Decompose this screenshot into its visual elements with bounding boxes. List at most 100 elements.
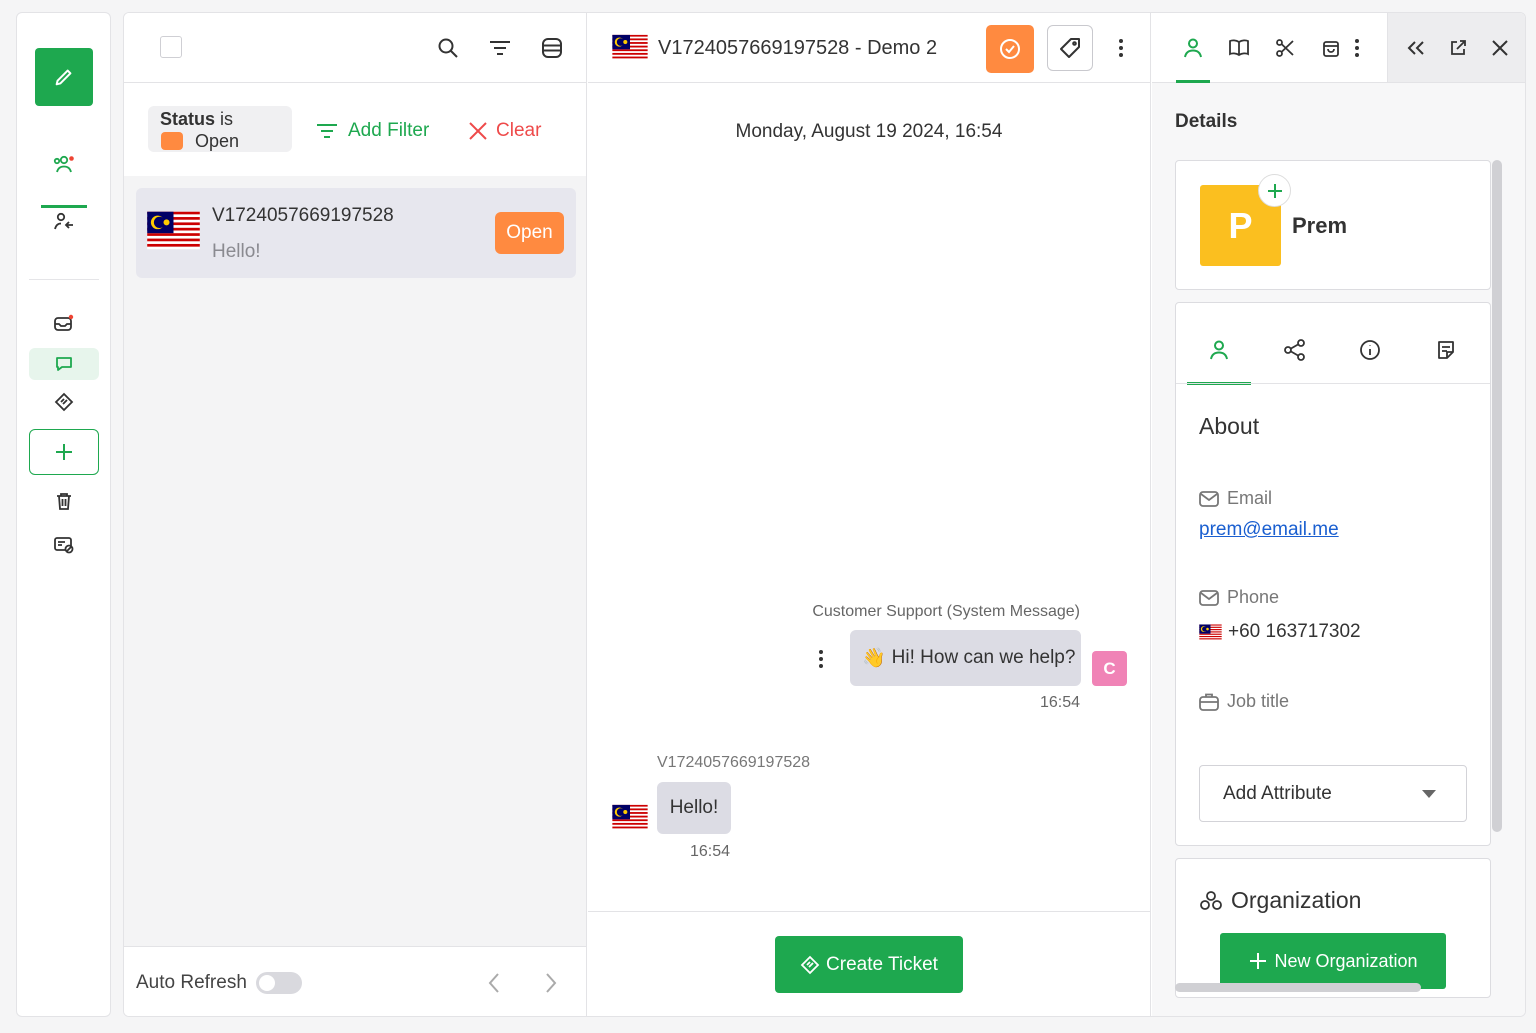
next-page-button[interactable] [537, 969, 565, 997]
collapse-button[interactable] [1403, 35, 1429, 61]
conversation-name: V1724057669197528 [212, 205, 394, 226]
toggle-knob [259, 975, 275, 991]
auto-refresh-toggle[interactable] [256, 972, 302, 994]
about-heading: About [1199, 413, 1260, 439]
status-filter-chip[interactable]: Status is Open [148, 106, 292, 152]
email-label: Email [1199, 488, 1272, 509]
details-scrollbar-vertical[interactable] [1492, 160, 1502, 832]
ticket-nav[interactable] [29, 386, 99, 418]
add-avatar-button[interactable] [1258, 174, 1291, 207]
tag-icon [1060, 38, 1080, 58]
tab-notes[interactable] [1433, 337, 1459, 363]
chat-footer: Create Ticket [588, 911, 1150, 1016]
chevron-right-icon [546, 973, 557, 993]
caret-down-icon [1422, 790, 1436, 798]
external-link-icon [1451, 40, 1466, 55]
create-ticket-button[interactable]: Create Ticket [775, 936, 963, 993]
database-icon [542, 38, 562, 58]
details-more-button[interactable] [1347, 34, 1367, 62]
scissors-icon [1276, 39, 1294, 57]
chat-panel: V1724057669197528 - Demo 2 Monday, Augus… [588, 13, 1151, 1016]
status-badge: Open [495, 212, 564, 254]
tab-knowledge[interactable] [1226, 35, 1252, 61]
check-circle-icon [1000, 39, 1020, 59]
auto-refresh-label: Auto Refresh [136, 972, 247, 993]
more-vertical-icon [1119, 39, 1123, 57]
close-button[interactable] [1487, 35, 1513, 61]
conversation-item[interactable]: V1724057669197528 Hello! Open [136, 188, 576, 278]
contact-card: P Prem [1175, 160, 1491, 290]
status-color-swatch [161, 132, 183, 150]
view-toggle-button[interactable] [539, 35, 565, 61]
tab-divider [1176, 383, 1490, 384]
shopping-bag-icon [1323, 41, 1339, 57]
tab-orders[interactable] [1318, 35, 1344, 61]
more-vertical-icon [1355, 39, 1359, 57]
plus-icon [1267, 183, 1282, 198]
assign-nav[interactable] [29, 205, 99, 237]
ticket-icon [54, 392, 74, 412]
tab-info[interactable] [1357, 337, 1383, 363]
job-title-label[interactable]: Job title [1199, 691, 1289, 712]
search-button[interactable] [435, 35, 461, 61]
team-nav[interactable] [29, 148, 99, 180]
add-attribute-label: Add Attribute [1223, 783, 1332, 804]
details-scrollbar-horizontal[interactable] [1175, 983, 1421, 992]
message-time: 16:54 [690, 843, 731, 860]
mail-icon [1199, 589, 1219, 606]
share-icon [1284, 339, 1305, 361]
conversation-list-panel: Status is Open Add Filter Clear V1724057… [124, 13, 587, 1016]
chat-more-button[interactable] [1111, 34, 1131, 62]
inbox-icon [54, 314, 74, 331]
trash-nav[interactable] [29, 485, 99, 517]
sort-button[interactable] [487, 35, 513, 61]
tab-share[interactable] [1282, 337, 1308, 363]
spam-nav[interactable] [29, 529, 99, 561]
email-link[interactable]: prem@email.me [1199, 519, 1339, 541]
close-icon [1492, 40, 1508, 56]
new-organization-button[interactable]: New Organization [1220, 933, 1446, 989]
search-icon [438, 38, 458, 58]
inbox-nav[interactable] [29, 307, 99, 339]
filter-bar: Status is Open Add Filter Clear [124, 84, 586, 176]
nav-rail [16, 12, 111, 1017]
resolve-button[interactable] [986, 25, 1034, 73]
details-panel: Details P Prem About Email prem@email.me… [1152, 13, 1525, 1016]
popout-button[interactable] [1445, 35, 1471, 61]
compose-button[interactable] [35, 48, 93, 106]
tag-button[interactable] [1047, 25, 1093, 71]
mail-icon [1199, 490, 1219, 507]
pencil-icon [55, 69, 72, 86]
outgoing-message-bubble: 👋 Hi! How can we help? [850, 630, 1081, 686]
book-icon [1229, 39, 1249, 57]
prev-page-button[interactable] [480, 969, 508, 997]
tab-contact[interactable] [1180, 35, 1206, 61]
organization-icon [1200, 890, 1222, 910]
phone-label: Phone [1199, 587, 1279, 608]
malaysia-flag-icon [612, 804, 648, 831]
message-text: Hi! How can we help? [891, 647, 1076, 668]
status-filter-label: Status is [160, 109, 234, 129]
add-filter-button[interactable]: Add Filter [316, 120, 429, 142]
user-icon [1184, 38, 1202, 58]
info-icon [1360, 340, 1380, 360]
team-icon [53, 155, 74, 173]
plus-icon [1250, 953, 1267, 969]
tab-snippets[interactable] [1272, 35, 1298, 61]
select-all-checkbox[interactable] [160, 36, 182, 58]
chat-nav[interactable] [29, 348, 99, 380]
clear-filter-button[interactable]: Clear [468, 120, 541, 142]
tab-about[interactable] [1206, 337, 1232, 363]
conversation-preview: Hello! [212, 241, 261, 262]
assign-user-icon [54, 212, 73, 230]
active-tab-indicator [1176, 80, 1210, 83]
add-attribute-select[interactable]: Add Attribute [1199, 765, 1467, 822]
phone-value[interactable]: +60 163717302 [1199, 621, 1361, 643]
filter-lines-icon [317, 124, 337, 138]
add-button[interactable] [29, 429, 99, 475]
details-title: Details [1175, 111, 1238, 132]
about-card: About Email prem@email.me Phone +60 1637… [1175, 302, 1491, 846]
message-more-button[interactable] [811, 645, 831, 673]
plus-icon [56, 444, 72, 460]
message-time: 16:54 [1040, 694, 1081, 711]
